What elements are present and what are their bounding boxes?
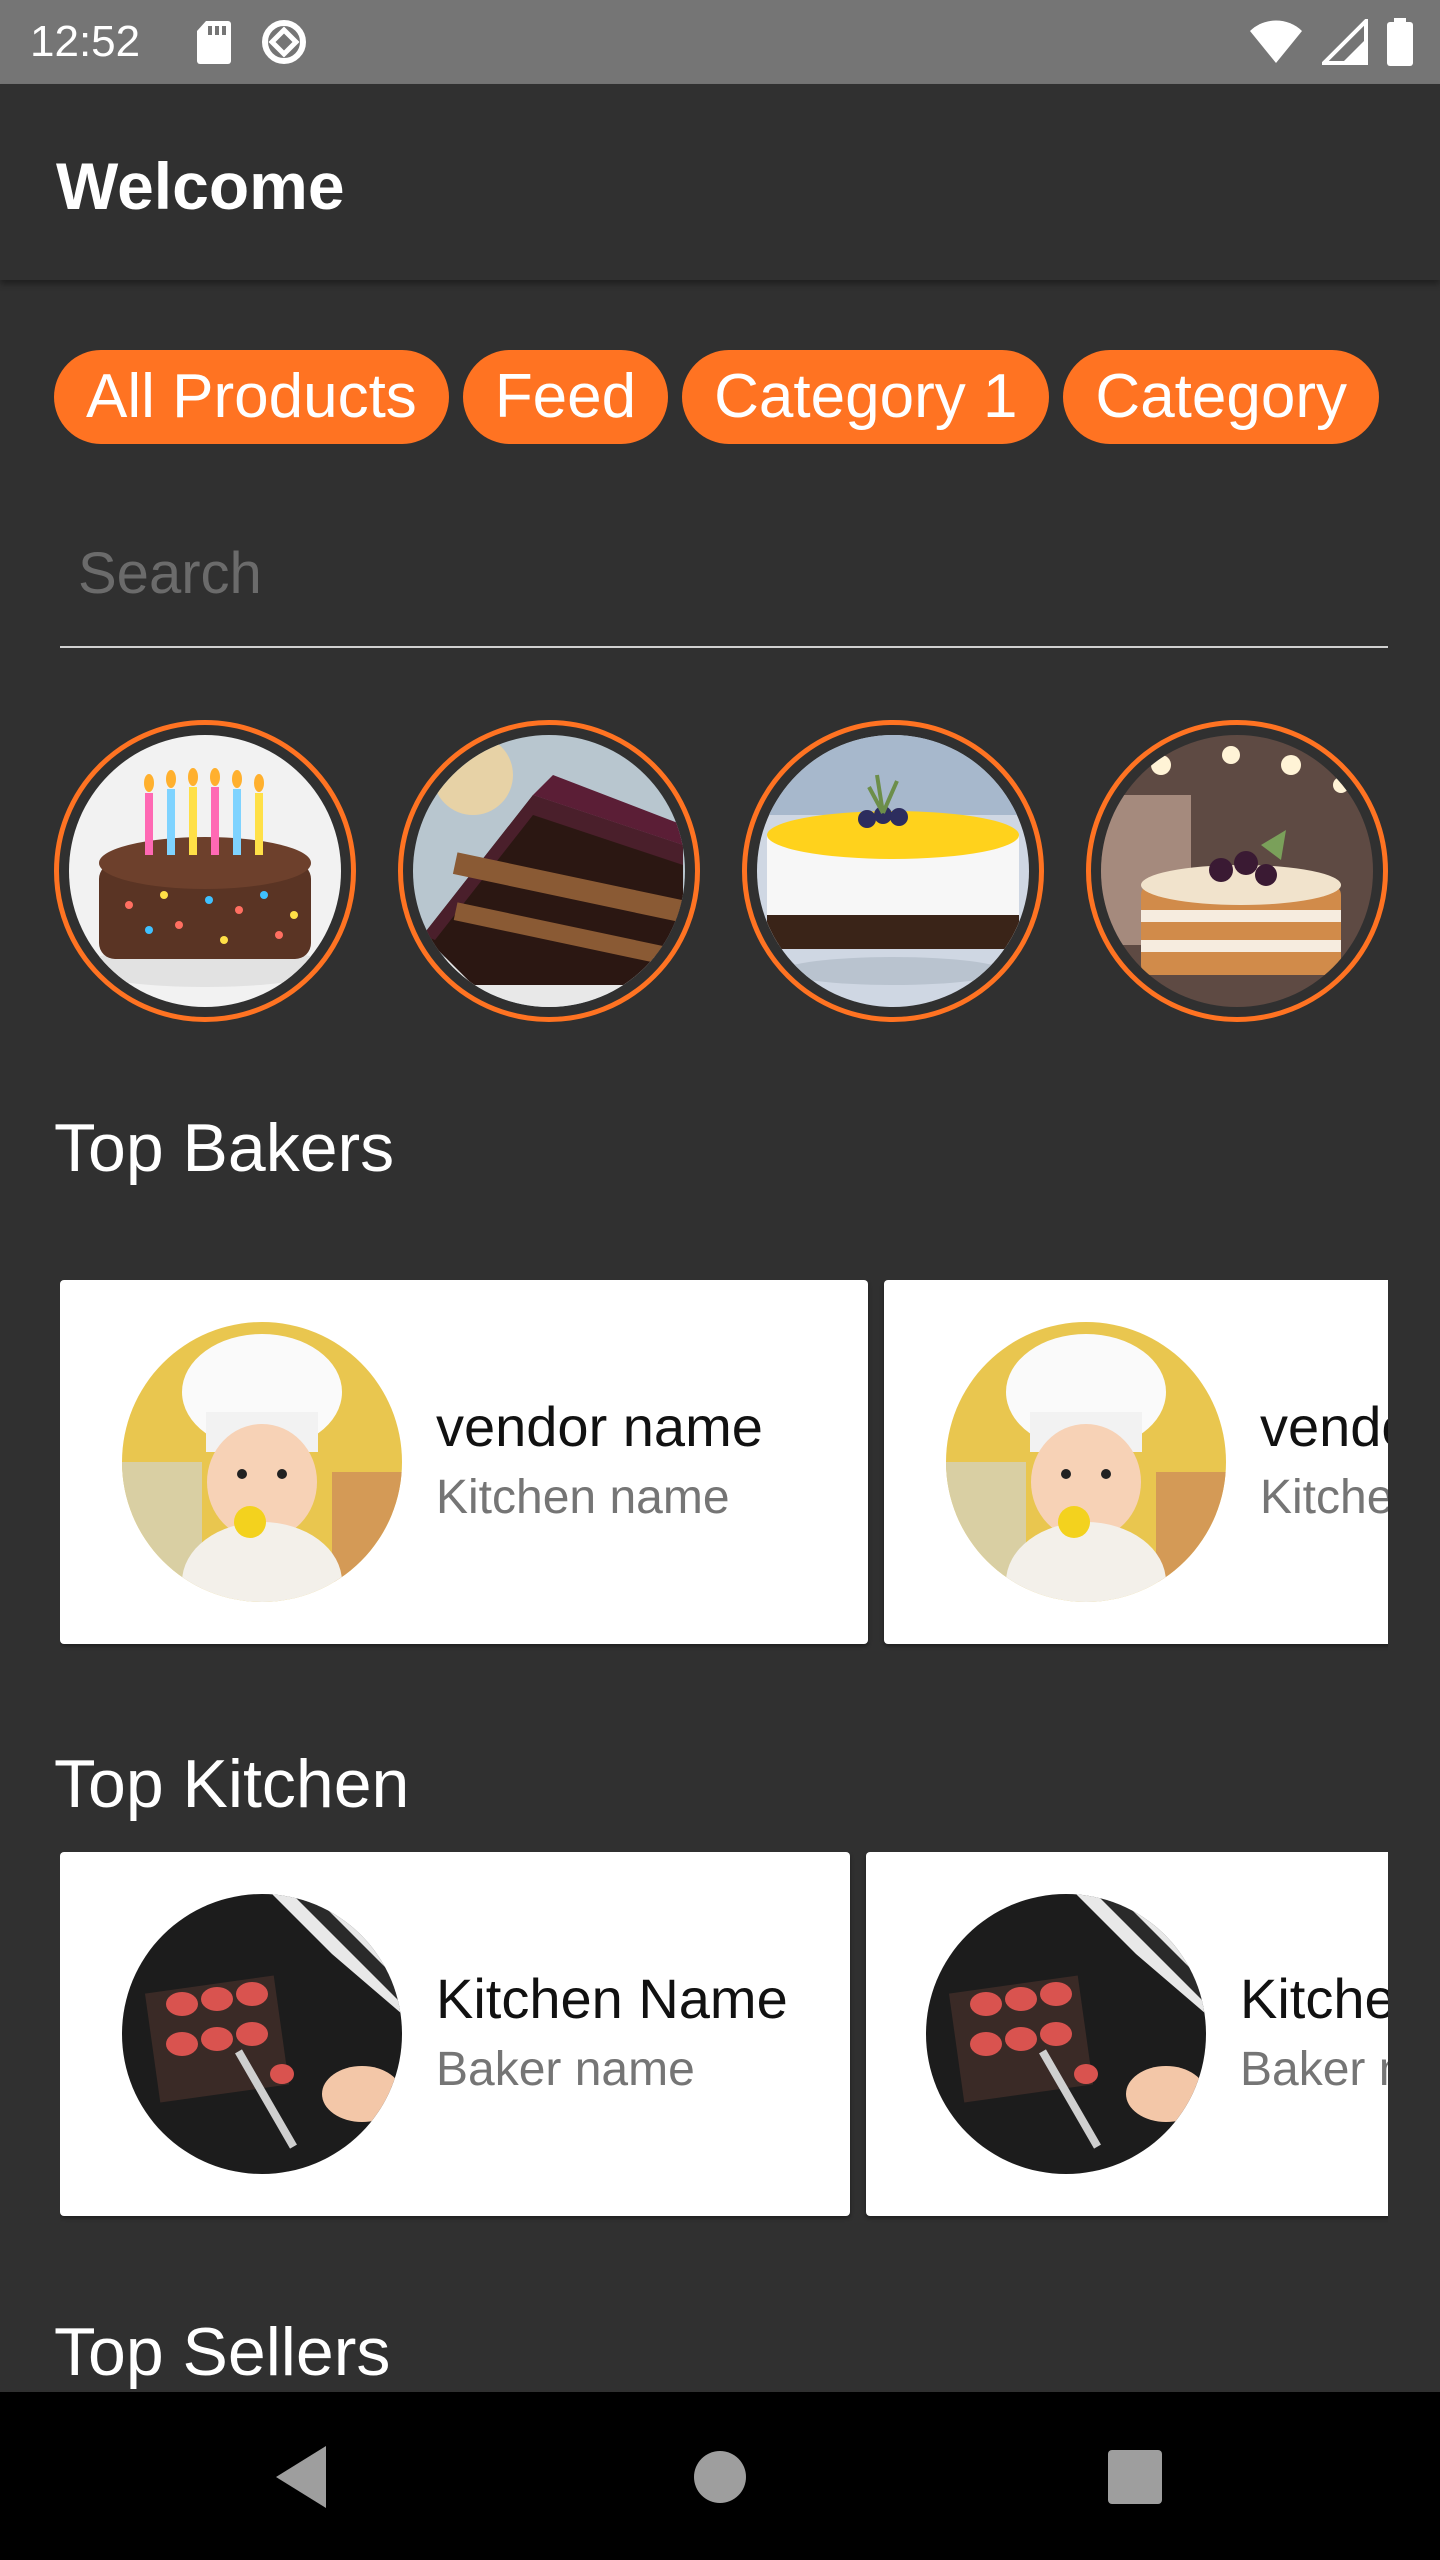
chip-feed[interactable]: Feed [462,350,669,444]
status-time: 12:52 [30,17,141,66]
vendor-name: vendor name [1260,1395,1388,1458]
search-container [60,500,1388,650]
app-bar: Welcome [0,84,1440,280]
sd-card-icon [196,19,232,70]
data-saver-icon [260,18,308,71]
kitchen-name: Kitchen Name [436,1967,788,2030]
chip-all-products[interactable]: All Products [54,350,449,444]
baker-name: Baker name [1240,2043,1388,2096]
system-nav-bar [0,2392,1440,2560]
kitchen-name: Kitchen name [1260,1471,1388,1524]
avatar [946,1322,1226,1602]
wifi-icon [1248,19,1304,70]
status-bar: 12:52 [0,0,1440,84]
chip-category-1[interactable]: Category 1 [682,350,1050,444]
battery-icon [1386,18,1414,71]
category-circle-3[interactable] [742,720,1044,1022]
top-kitchen-list: Kitchen Name Baker name Kitchen Name Bak… [60,1852,1388,2224]
avatar [926,1894,1206,2174]
kitchen-name: Kitchen name [436,1471,730,1524]
cream-cake-image [757,735,1029,1007]
home-icon[interactable] [675,2432,765,2522]
section-title-top-kitchen: Top Kitchen [54,1746,410,1822]
avatar [122,1322,402,1602]
kitchen-card[interactable]: Kitchen Name Baker name [60,1852,850,2216]
naked-cake-image [1101,735,1373,1007]
avatar [122,1894,402,2174]
page-title: Welcome [56,149,345,223]
section-title-top-sellers: Top Sellers [54,2314,391,2390]
section-title-top-bakers: Top Bakers [54,1110,395,1186]
category-circle-2[interactable] [398,720,700,1022]
chocolate-cake-slice-image [413,735,685,1007]
category-circle-1[interactable] [54,720,356,1022]
category-chips: All Products Feed Category 1 Category [54,350,1388,446]
birthday-cake-image [69,735,341,1007]
chip-category[interactable]: Category [1063,350,1379,444]
category-circle-4[interactable] [1086,720,1388,1022]
baker-card[interactable]: vendor name Kitchen name [60,1280,868,1644]
back-icon[interactable] [256,2432,346,2522]
search-input[interactable] [60,500,1388,648]
kitchen-name: Kitchen Name [1240,1967,1388,2030]
recents-icon[interactable] [1090,2432,1180,2522]
signal-icon [1319,16,1368,70]
category-circles [54,720,1390,1030]
top-bakers-list: vendor name Kitchen name vendor name Kit… [60,1280,1388,1652]
kitchen-card[interactable]: Kitchen Name Baker name [866,1852,1388,2216]
baker-name: Baker name [436,2043,695,2096]
vendor-name: vendor name [436,1395,763,1458]
baker-card[interactable]: vendor name Kitchen name [884,1280,1388,1644]
